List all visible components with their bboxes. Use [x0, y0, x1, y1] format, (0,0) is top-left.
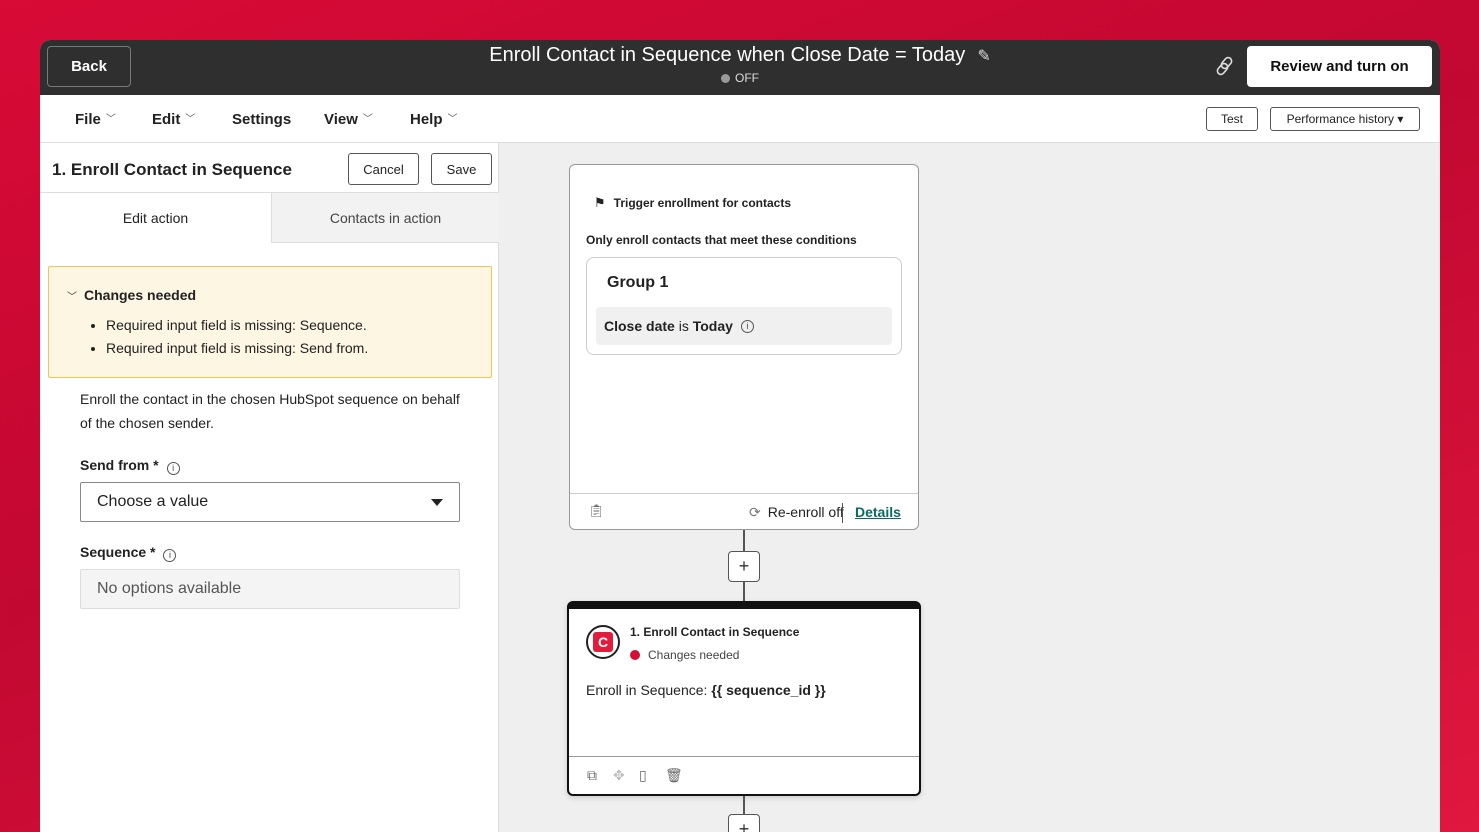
action-status-text: Changes needed — [648, 648, 740, 662]
chevron-down-icon: ﹀ — [105, 114, 116, 125]
connector-line — [743, 582, 745, 602]
add-step-button[interactable]: + — [728, 551, 760, 582]
menu-settings-label: Settings — [232, 111, 292, 128]
review-and-turn-on-button[interactable]: Review and turn on — [1247, 46, 1432, 87]
group-title: Group 1 — [607, 274, 669, 291]
send-from-value: Choose a value — [97, 493, 209, 510]
alert-item: Required input field is missing: Send fr… — [106, 340, 368, 356]
sequence-label-text: Sequence * — [80, 544, 156, 560]
info-icon[interactable]: i — [163, 549, 177, 562]
chevron-down-icon: ﹀ — [185, 114, 196, 125]
menu-bar: File ﹀ Edit ﹀ Settings View ﹀ Help ﹀ Test Pe… — [40, 95, 1440, 143]
flag-icon: ⚑ — [594, 195, 606, 210]
alert-heading: Changes needed — [84, 287, 197, 303]
action-title: 1. Enroll Contact in Sequence — [630, 625, 800, 639]
details-link[interactable]: Details — [855, 504, 901, 520]
test-button[interactable]: Test — [1206, 107, 1258, 131]
action-status: Changes needed — [630, 648, 739, 662]
trigger-title-text: Trigger enrollment for contacts — [613, 196, 792, 210]
condition-value: Today — [692, 318, 733, 334]
menu-file-label: File — [75, 111, 101, 128]
reenroll-status: ⟳ Re-enroll off — [749, 504, 844, 521]
workflow-title-text: Enroll Contact in Sequence when Close Da… — [489, 44, 966, 66]
tab-contacts-in-action[interactable]: Contacts in action — [271, 193, 499, 243]
connector-line — [743, 796, 745, 816]
sequence-label: Sequence * i — [80, 544, 177, 562]
action-body-token: {{ sequence_id }} — [711, 682, 826, 698]
move-icon[interactable]: ✥ — [613, 767, 625, 784]
clipboard-icon[interactable]: ▯ — [639, 767, 647, 784]
action-footer: ⧉ ✥ ▯ 🗑︎ — [569, 756, 919, 794]
menu-view-label: View — [324, 111, 358, 128]
clipboard-icon[interactable]: 📋︎ — [588, 503, 605, 519]
info-icon[interactable]: i — [166, 462, 180, 475]
trash-icon[interactable]: 🗑︎ — [665, 767, 683, 784]
cancel-button[interactable]: Cancel — [348, 153, 419, 185]
performance-history-button[interactable]: Performance history ▾ — [1270, 107, 1420, 131]
top-bar: Back Enroll Contact in Sequence when Clo… — [40, 40, 1440, 95]
send-from-label: Send from * i — [80, 457, 180, 475]
action-edit-panel: 1. Enroll Contact in Sequence Cancel Sav… — [40, 143, 499, 832]
send-from-label-text: Send from * — [80, 457, 159, 473]
add-step-button[interactable]: + — [728, 814, 760, 832]
copy-icon[interactable]: ⧉ — [587, 767, 597, 784]
status-dot-icon — [630, 650, 640, 660]
divider — [842, 503, 843, 523]
trigger-title: ⚑ Trigger enrollment for contacts — [594, 195, 791, 211]
menu-file[interactable]: File ﹀ — [75, 111, 116, 128]
trigger-subtitle: Only enroll contacts that meet these con… — [586, 233, 857, 247]
caret-down-icon — [431, 499, 443, 506]
condition-group: Group 1 Close date is Today i — [586, 257, 902, 355]
panel-title: 1. Enroll Contact in Sequence — [52, 160, 292, 179]
status-dot-icon — [721, 74, 730, 83]
condition-row[interactable]: Close date is Today i — [596, 307, 892, 345]
action-card[interactable]: C 1. Enroll Contact in Sequence Changes … — [567, 601, 921, 796]
save-button[interactable]: Save — [431, 153, 492, 185]
chevron-down-icon: ﹀ — [362, 114, 373, 125]
reenroll-text: Re-enroll off — [767, 504, 844, 520]
link-icon[interactable] — [1215, 55, 1237, 77]
refresh-icon: ⟳ — [749, 504, 761, 520]
action-description: Enroll the contact in the chosen HubSpot… — [80, 391, 460, 431]
pencil-icon[interactable]: ✎ — [977, 46, 990, 66]
alert-toggle[interactable]: ﹀ Changes needed — [67, 287, 196, 303]
alert-item: Required input field is missing: Sequenc… — [106, 317, 368, 333]
menu-edit[interactable]: Edit ﹀ — [152, 111, 195, 128]
action-body-prefix: Enroll in Sequence: — [586, 682, 708, 698]
connector-line — [743, 530, 745, 552]
trigger-card[interactable]: ⚑ Trigger enrollment for contacts Only en… — [569, 164, 919, 530]
menu-settings[interactable]: Settings — [232, 111, 291, 128]
menu-help[interactable]: Help ﹀ — [410, 111, 458, 128]
menu-edit-label: Edit — [152, 111, 181, 128]
panel-header: 1. Enroll Contact in Sequence Cancel Sav… — [40, 143, 499, 193]
sequence-select: No options available — [80, 569, 460, 609]
app-logo-icon: C — [586, 625, 620, 659]
chevron-down-icon: ﹀ — [447, 114, 458, 125]
trigger-footer: 📋︎ ⟳ Re-enroll off Details — [570, 493, 918, 530]
tab-edit-action[interactable]: Edit action — [40, 193, 271, 243]
condition-operator: is — [678, 318, 689, 334]
sequence-value: No options available — [97, 580, 242, 597]
action-body: Enroll in Sequence: {{ sequence_id }} — [586, 682, 826, 698]
condition-property: Close date — [604, 318, 675, 334]
send-from-select[interactable]: Choose a value — [80, 482, 460, 522]
alert-list: Required input field is missing: Sequenc… — [106, 317, 368, 363]
menu-help-label: Help — [410, 111, 443, 128]
menu-view[interactable]: View ﹀ — [324, 111, 373, 128]
changes-needed-alert: ﹀ Changes needed Required input field is … — [48, 266, 492, 378]
chevron-down-icon: ﹀ — [67, 292, 77, 303]
info-icon[interactable]: i — [740, 319, 754, 333]
workflow-status-text: OFF — [735, 71, 759, 85]
